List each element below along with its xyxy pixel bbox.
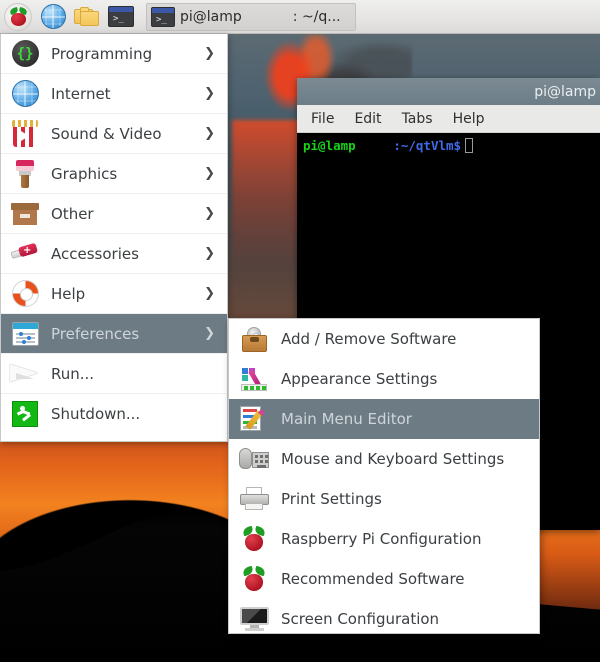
- taskbar-window-label: pi@lamp: [180, 8, 242, 25]
- submenu-item-print-settings[interactable]: Print Settings: [229, 479, 539, 519]
- submenu-item-label: Mouse and Keyboard Settings: [281, 450, 505, 468]
- help-lifering-icon: [9, 278, 41, 310]
- terminal-title-text: pi@lamp: [534, 83, 596, 100]
- software-bag-icon: [239, 324, 269, 354]
- submenu-item-main-menu-editor[interactable]: Main Menu Editor: [229, 399, 539, 439]
- terminal-cursor: [465, 138, 474, 153]
- menu-launcher-button[interactable]: [0, 0, 36, 34]
- menu-item-shutdown[interactable]: Shutdown...: [1, 394, 227, 434]
- chevron-right-icon: ❯: [204, 206, 215, 221]
- menu-item-accessories[interactable]: + Accessories ❯: [1, 234, 227, 274]
- other-box-icon: [9, 198, 41, 230]
- menu-item-label: Shutdown...: [51, 405, 141, 423]
- menu-item-programming[interactable]: {} Programming ❯: [1, 34, 227, 74]
- submenu-item-mouse-keyboard-settings[interactable]: Mouse and Keyboard Settings: [229, 439, 539, 479]
- submenu-item-add-remove-software[interactable]: Add / Remove Software: [229, 319, 539, 359]
- menu-item-run[interactable]: Run...: [1, 354, 227, 394]
- terminal-icon: >_: [151, 6, 175, 27]
- chevron-right-icon: ❯: [204, 286, 215, 301]
- terminal-titlebar[interactable]: pi@lamp: [297, 78, 600, 105]
- submenu-item-label: Appearance Settings: [281, 370, 438, 388]
- submenu-item-label: Add / Remove Software: [281, 330, 457, 348]
- submenu-item-label: Main Menu Editor: [281, 410, 412, 428]
- raspberry-glyph: [8, 6, 28, 26]
- prompt-hidden-host: [356, 138, 394, 153]
- printer-icon: [239, 484, 269, 514]
- sound-video-icon: [9, 118, 41, 150]
- chevron-right-icon: ❯: [204, 126, 215, 141]
- graphics-paintbrush-icon: [9, 158, 41, 190]
- submenu-item-screen-configuration[interactable]: Screen Configuration: [229, 599, 539, 639]
- accessories-knife-icon: +: [9, 238, 41, 270]
- menu-item-label: Run...: [51, 364, 95, 383]
- menu-item-internet[interactable]: Internet ❯: [1, 74, 227, 114]
- terminal-menu-edit[interactable]: Edit: [354, 111, 381, 127]
- run-paperplane-icon: [9, 358, 41, 390]
- menu-item-label: Internet: [51, 84, 111, 103]
- submenu-item-raspberry-pi-configuration[interactable]: Raspberry Pi Configuration: [229, 519, 539, 559]
- raspberry-pi-menu-icon[interactable]: [4, 2, 32, 31]
- desktop-screen: pi@lamp File Edit Tabs Help pi@lamp :~/q…: [0, 0, 600, 662]
- globe-glyph: [40, 4, 66, 29]
- submenu-item-label: Recommended Software: [281, 570, 465, 588]
- shutdown-exit-icon: [9, 398, 41, 430]
- terminal-menu-tabs[interactable]: Tabs: [402, 111, 433, 127]
- raspberry-pi-icon: [239, 564, 269, 594]
- menu-item-other[interactable]: Other ❯: [1, 194, 227, 234]
- chevron-right-icon: ❯: [204, 46, 215, 61]
- menu-item-label: Other: [51, 204, 94, 223]
- terminal-glyph: >_: [108, 6, 134, 27]
- web-browser-icon[interactable]: [36, 0, 70, 34]
- terminal-menubar: File Edit Tabs Help: [297, 105, 600, 133]
- preferences-icon: [9, 318, 41, 350]
- chevron-right-icon: ❯: [204, 326, 215, 341]
- menu-item-label: Preferences: [51, 324, 140, 343]
- menu-item-sound-video[interactable]: Sound & Video ❯: [1, 114, 227, 154]
- menu-item-label: Help: [51, 284, 86, 303]
- prompt-path: :~/qtVlm: [393, 138, 454, 153]
- menu-item-label: Graphics: [51, 164, 118, 183]
- menu-item-label: Accessories: [51, 244, 139, 263]
- preferences-submenu-popup[interactable]: Add / Remove Software Appearance Setting…: [228, 318, 540, 634]
- submenu-item-label: Print Settings: [281, 490, 382, 508]
- file-manager-icon[interactable]: [70, 0, 104, 34]
- chevron-right-icon: ❯: [204, 86, 215, 101]
- prompt-user-host: pi@lamp: [303, 138, 356, 153]
- terminal-prompt-line: pi@lamp :~/qtVlm $: [303, 138, 594, 153]
- submenu-item-label: Raspberry Pi Configuration: [281, 530, 482, 548]
- taskbar-window-path: : ~/q...: [292, 8, 341, 25]
- taskbar-window-button[interactable]: >_ pi@lamp : ~/q...: [146, 2, 356, 31]
- chevron-right-icon: ❯: [204, 246, 215, 261]
- raspberry-pi-icon: [239, 524, 269, 554]
- chevron-right-icon: ❯: [204, 166, 215, 181]
- monitor-icon: [239, 604, 269, 634]
- internet-globe-icon: [9, 78, 41, 110]
- menu-editor-icon: [239, 404, 269, 434]
- terminal-launcher-icon[interactable]: >_: [104, 0, 138, 34]
- taskbar-panel: >_ >_ pi@lamp : ~/q...: [0, 0, 600, 34]
- submenu-item-appearance-settings[interactable]: Appearance Settings: [229, 359, 539, 399]
- submenu-item-recommended-software[interactable]: Recommended Software: [229, 559, 539, 599]
- submenu-item-label: Screen Configuration: [281, 610, 440, 628]
- menu-item-help[interactable]: Help ❯: [1, 274, 227, 314]
- menu-item-label: Sound & Video: [51, 124, 162, 143]
- menu-item-preferences[interactable]: Preferences ❯: [1, 314, 227, 354]
- main-menu-popup[interactable]: {} Programming ❯ Internet ❯ Sound & Vide…: [0, 34, 228, 442]
- terminal-menu-help[interactable]: Help: [453, 111, 485, 127]
- mouse-keyboard-icon: [239, 444, 269, 474]
- folders-glyph: [74, 6, 100, 27]
- menu-item-graphics[interactable]: Graphics ❯: [1, 154, 227, 194]
- menu-item-label: Programming: [51, 44, 153, 63]
- appearance-palette-icon: [239, 364, 269, 394]
- terminal-menu-file[interactable]: File: [311, 111, 334, 127]
- programming-icon: {}: [9, 38, 41, 70]
- prompt-symbol: $: [453, 138, 462, 153]
